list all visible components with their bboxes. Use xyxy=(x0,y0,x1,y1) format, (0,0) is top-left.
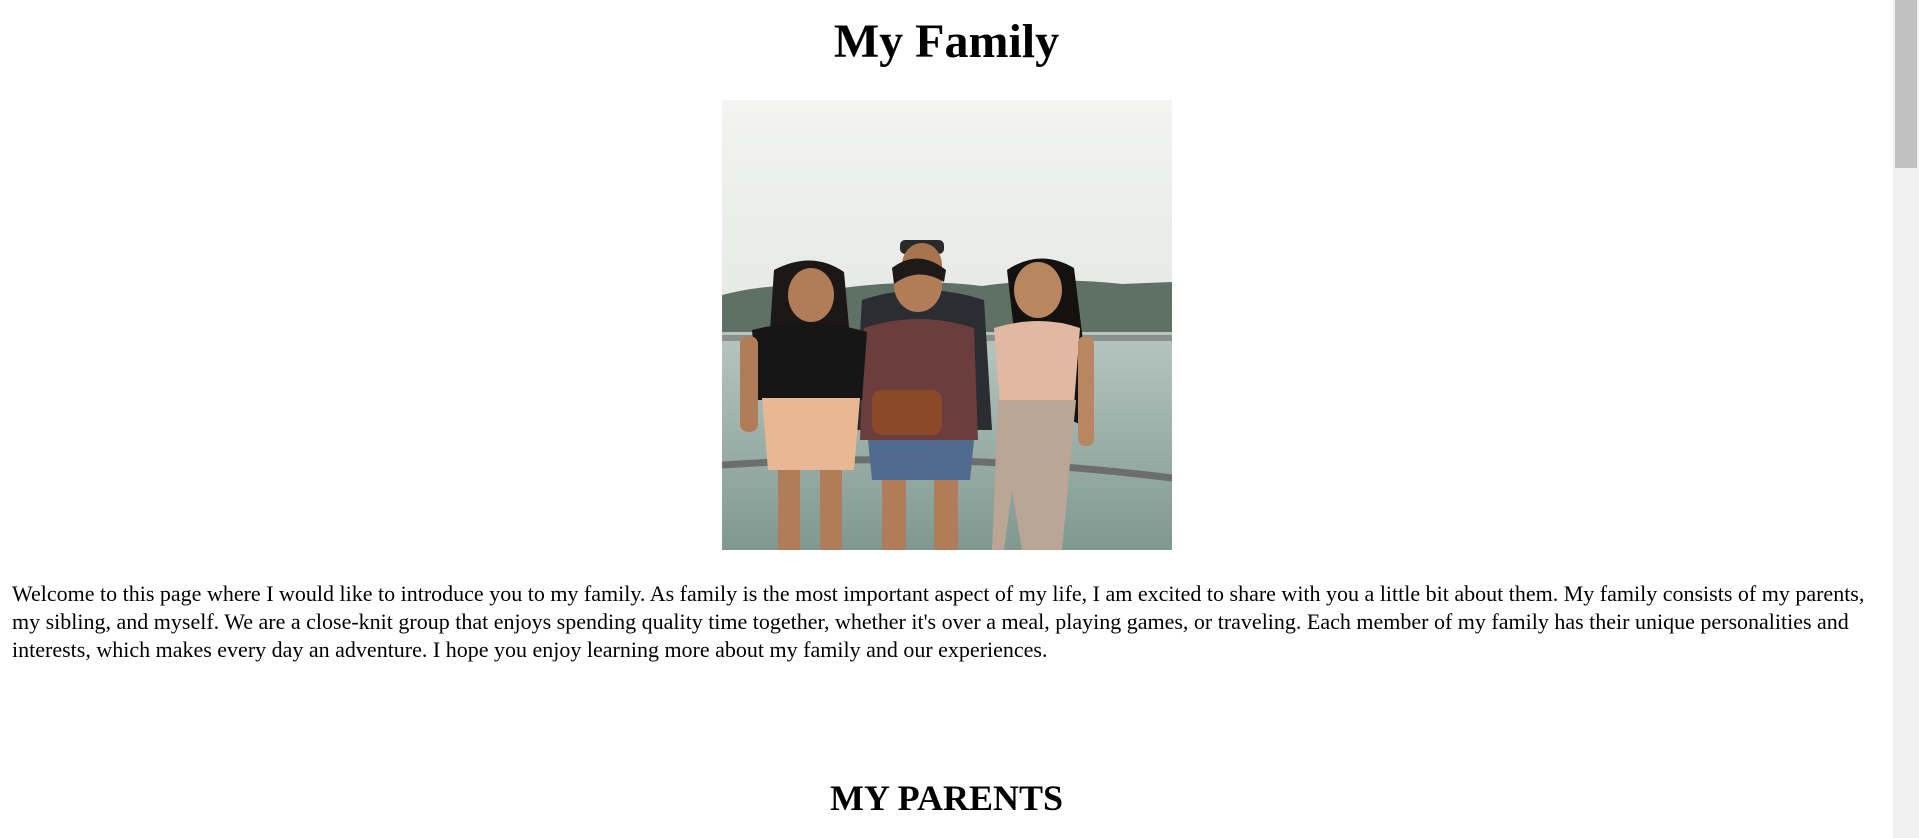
page-title: My Family xyxy=(833,15,1060,68)
intro-paragraph: Welcome to this page where I would like … xyxy=(12,581,1865,662)
family-photo xyxy=(722,100,1172,550)
page-viewport: My Family Welcome to this page where I w… xyxy=(0,0,1893,838)
vertical-scrollbar[interactable] xyxy=(1893,0,1919,838)
section-title-parents: MY PARENTS xyxy=(830,778,1063,818)
scrollbar-thumb[interactable] xyxy=(1895,0,1917,168)
